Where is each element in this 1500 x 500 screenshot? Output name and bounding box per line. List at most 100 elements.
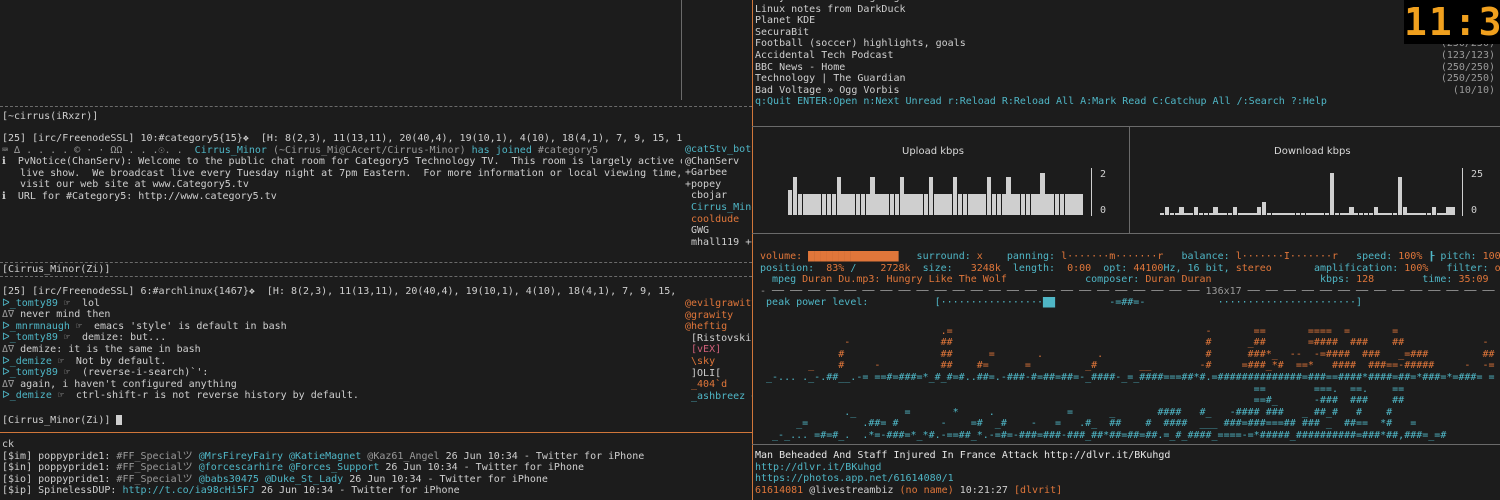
graph-bar bbox=[1040, 173, 1045, 215]
player-field: size: bbox=[910, 262, 971, 274]
player-field: 44100 bbox=[1133, 262, 1164, 274]
graph-bar bbox=[880, 194, 885, 215]
news-link-2[interactable]: https://photos.app.net/61614080/1 bbox=[755, 473, 1500, 485]
upload-min-label: 0 bbox=[1100, 205, 1107, 216]
graph-bar bbox=[1169, 213, 1175, 215]
nick-item[interactable]: GWG bbox=[683, 225, 752, 237]
tweet-list: [$im] poppypride1: #FF_Specialツ @MrsFire… bbox=[2, 451, 750, 497]
feed-item[interactable]: Accidental Tech Podcast (123/123) bbox=[755, 50, 1500, 62]
nick-item[interactable]: [vEX] bbox=[683, 344, 752, 356]
join-nick[interactable]: Cirrus_Minor bbox=[195, 145, 267, 156]
nick-item[interactable]: @grawity bbox=[683, 310, 752, 322]
message-nick[interactable]: ᐅ_tomty89 bbox=[2, 332, 58, 343]
feed-item[interactable]: BBC News - Home (250/250) bbox=[755, 62, 1500, 74]
news-meta-user[interactable]: @livestreambiz bbox=[809, 485, 893, 496]
tweet-mention[interactable]: @Kaz61_Angel bbox=[367, 451, 439, 462]
message-line: ℹ URL for #Category5: http://www.categor… bbox=[2, 190, 277, 202]
graph-bar bbox=[1035, 194, 1040, 215]
graph-bar bbox=[1054, 194, 1060, 215]
divider-right-2 bbox=[752, 233, 1500, 234]
input-line[interactable]: [Cirrus_Minor(Zi)] bbox=[2, 415, 702, 427]
nick-item[interactable]: +popey bbox=[683, 179, 752, 191]
feed-list: Lorry the Crankenbug BugLinux notes from… bbox=[755, 0, 1500, 96]
nick-item[interactable]: \sky bbox=[683, 356, 752, 368]
channel-header: [25] [irc/FreenodeSSL] 10:#category5{15}… bbox=[2, 133, 682, 144]
graph-bar bbox=[1320, 213, 1325, 215]
message-nick[interactable]: ᐅ_tomty89 bbox=[2, 298, 58, 309]
feed-item[interactable]: Football (soccer) highlights, goals(250/… bbox=[755, 38, 1500, 50]
join-channel[interactable]: #category5 bbox=[538, 145, 598, 156]
player-field: 83% bbox=[826, 262, 845, 274]
visualizer-row: _= .##= # - =# _# - = .#_ ## # #### ___ … bbox=[760, 418, 1471, 430]
visualizer-row: _-_... =#=#_. .*=-###=*_*#.-==##_*.-=#=-… bbox=[760, 429, 1477, 441]
nick-item[interactable]: cooldude bbox=[683, 214, 752, 226]
feed-item[interactable]: Linux notes from DarkDuck bbox=[755, 4, 1500, 16]
player-field: 100% bbox=[1398, 251, 1423, 262]
nick-item[interactable]: mhall119 ++ bbox=[683, 237, 752, 249]
tweet-mention[interactable]: @babs30475 bbox=[199, 474, 259, 485]
message-nick[interactable]: ᐅ_tomty89 bbox=[2, 367, 58, 378]
message-nick[interactable]: ᐅ_mnrmnaugh bbox=[2, 321, 70, 332]
graph-bar bbox=[1426, 213, 1432, 215]
nick-item[interactable]: +Garbee bbox=[683, 167, 752, 179]
player-field: ███████████████ bbox=[808, 251, 899, 262]
feed-name: Bad Voltage » Ogg Vorbis bbox=[755, 84, 900, 96]
nick-item[interactable]: [Ristovski] bbox=[683, 333, 752, 345]
tweet-mention[interactable]: @MrsFireyFairy bbox=[199, 451, 283, 462]
news-pane: Man Beheaded And Staff Injured In France… bbox=[755, 450, 1500, 500]
nick-item[interactable]: _404`d bbox=[683, 379, 752, 391]
message-nick[interactable]: ᐅ_demize bbox=[2, 356, 52, 367]
feed-count: (123/123) bbox=[1440, 49, 1495, 61]
feed-item[interactable]: SecuraBit bbox=[755, 27, 1500, 39]
feed-list-pane: Lorry the Crankenbug BugLinux notes from… bbox=[755, 0, 1500, 112]
download-max-label: 25 bbox=[1471, 169, 1484, 180]
player-field: kbps: bbox=[1211, 274, 1357, 286]
tweet-mention[interactable]: @Duke_St_Lady bbox=[265, 474, 343, 485]
graph-bar bbox=[1295, 213, 1301, 215]
tweet-mention[interactable]: @KatieMagnet bbox=[289, 451, 361, 462]
nick-item[interactable]: @ChanServ bbox=[683, 156, 752, 168]
tweet-mention[interactable]: @forcescarhire bbox=[199, 462, 283, 473]
news-link-1[interactable]: http://dlvr.it/BKuhgd bbox=[755, 462, 1500, 474]
graph-bar bbox=[1213, 207, 1218, 215]
nick-item[interactable]: cbojar bbox=[683, 190, 752, 202]
tweet-id: [$io] bbox=[2, 473, 33, 485]
message-line: Δ∇ again, i haven't configured anything bbox=[2, 379, 682, 391]
feed-item[interactable]: Bad Voltage » Ogg Vorbis (10/10) bbox=[755, 85, 1500, 97]
player-field: l·······I·······r bbox=[1235, 251, 1339, 262]
tweet-mention[interactable]: http://t.co/ia98cHi5FJ bbox=[122, 485, 254, 496]
tweet-mention[interactable]: @Forces_Support bbox=[289, 462, 379, 473]
feed-name: Accidental Tech Podcast bbox=[755, 49, 894, 61]
graph-bar bbox=[1198, 213, 1204, 215]
graph-bar bbox=[1339, 213, 1344, 215]
tweet-row: [$im] poppypride1: #FF_Specialツ @MrsFire… bbox=[2, 451, 750, 463]
graph-bar bbox=[1179, 207, 1184, 215]
nick-item[interactable]: _ashbreez ++ bbox=[683, 391, 752, 403]
graph-bar bbox=[1329, 173, 1335, 215]
twitter-pane: ck [$im] poppypride1: #FF_Specialツ @MrsF… bbox=[2, 439, 750, 500]
graph-bar bbox=[967, 194, 972, 215]
nick-item[interactable]: @heftig bbox=[683, 321, 752, 333]
graph-bar bbox=[1441, 213, 1446, 215]
nick-item[interactable]: ]OLI[ bbox=[683, 368, 752, 380]
join-line: ⌨ ∆ . . . . © · · ΩΩ . . .☉. . Cirrus_Mi… bbox=[2, 145, 682, 157]
nick-item[interactable]: @evilgrawity bbox=[683, 298, 752, 310]
message-nick[interactable]: Δ∇ bbox=[2, 379, 14, 390]
channel1-status: [Cirrus_Minor(Zi)] bbox=[2, 264, 111, 275]
nick-item[interactable]: Cirrus_Mino bbox=[683, 202, 752, 214]
message-line: visit our web site at www.Category5.tv bbox=[2, 179, 249, 191]
feed-item[interactable]: Technology | The Guardian (250/250) bbox=[755, 73, 1500, 85]
feed-item[interactable]: Planet KDE bbox=[755, 15, 1500, 27]
message-nick[interactable]: Δ∇ bbox=[2, 344, 14, 355]
message-line: ᐅ_demize ☞ Not by default. bbox=[2, 356, 682, 368]
graph-bar bbox=[1074, 194, 1079, 215]
tweet-time: 26 Jun 10:34 - Twitter for iPhone bbox=[260, 485, 460, 497]
message-nick[interactable]: ᐅ_demize bbox=[2, 390, 52, 401]
nick-item[interactable]: @catStv_bot bbox=[683, 144, 752, 156]
message-nick[interactable]: Δ∇ bbox=[2, 309, 14, 320]
input-prompt-line[interactable]: [Cirrus_Minor(Zi)] bbox=[2, 415, 702, 427]
graph-bar bbox=[1291, 213, 1296, 215]
graph-bar bbox=[962, 194, 968, 215]
news-meta-src: [dlvrit] bbox=[1013, 484, 1063, 496]
top-left-pane: [~cirrus(iRxzr)] bbox=[2, 111, 702, 123]
